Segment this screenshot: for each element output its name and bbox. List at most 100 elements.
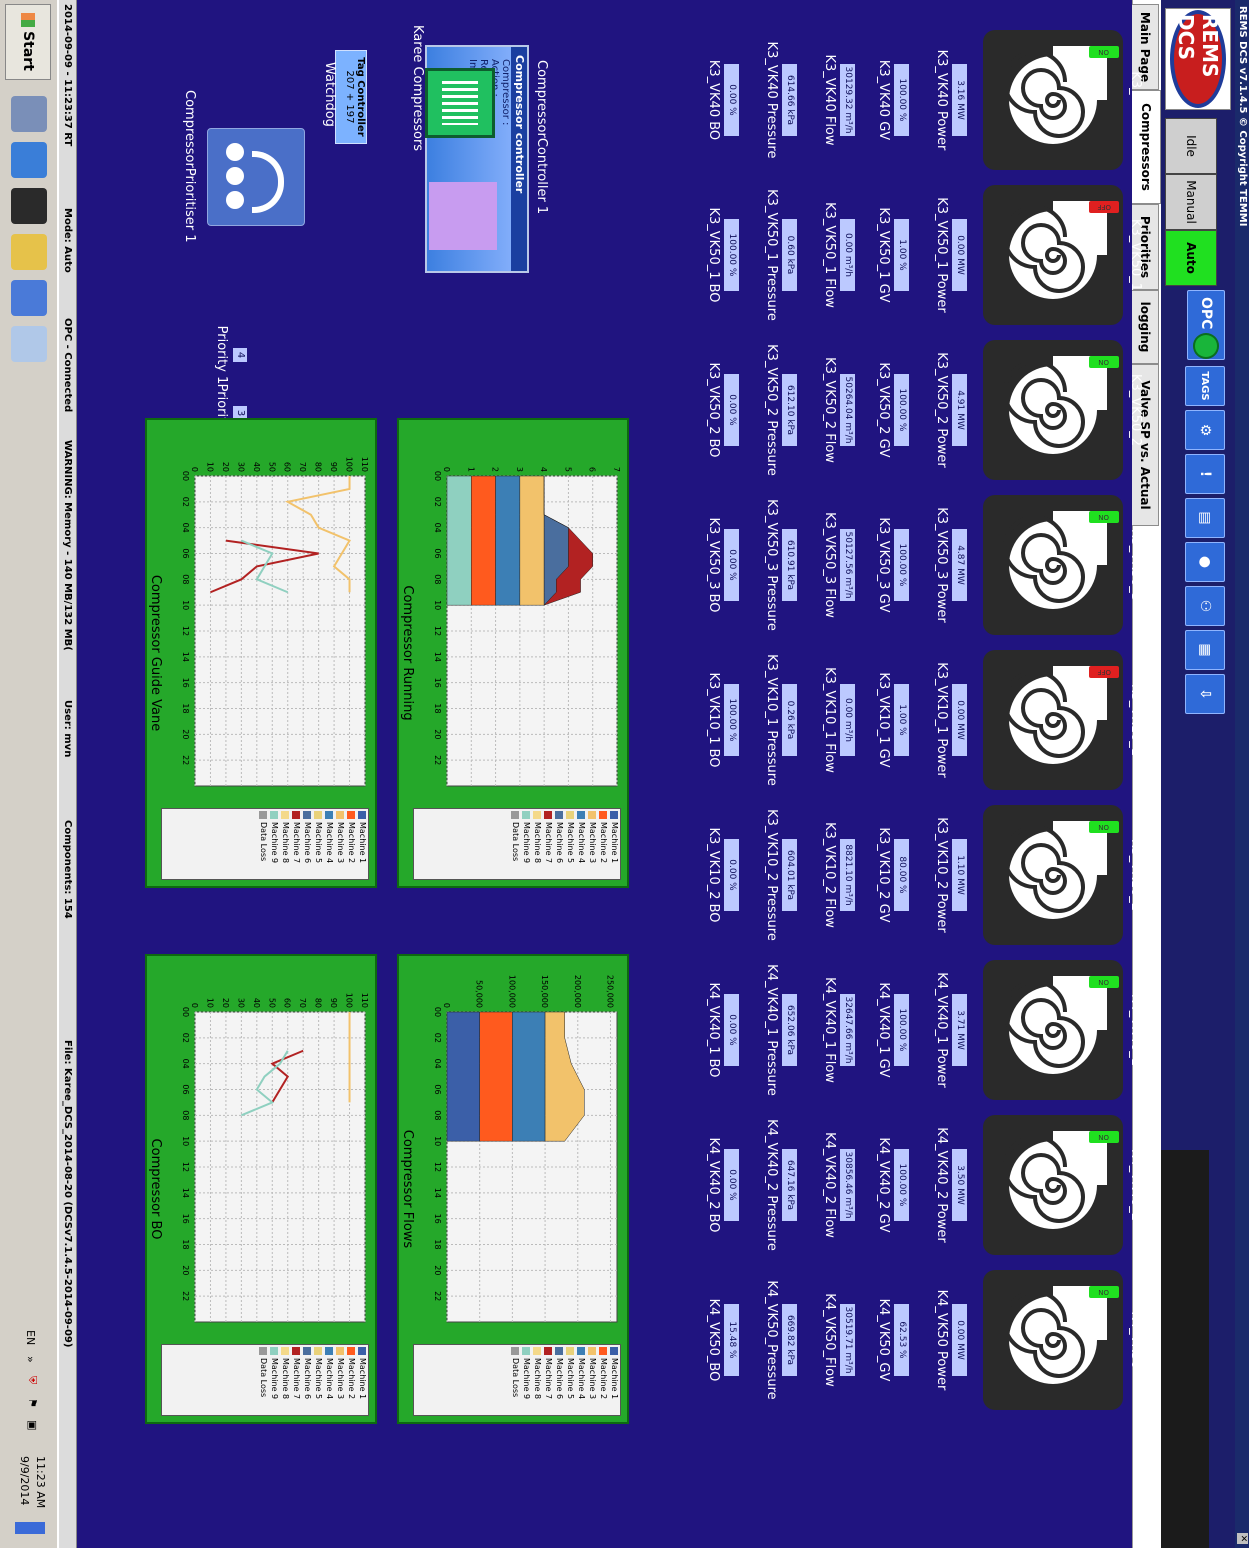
- power-value: 4.91 MW: [952, 374, 967, 446]
- gv-value: 100.00 %: [894, 994, 909, 1066]
- legend-swatch: [336, 1347, 345, 1355]
- shield-icon[interactable]: ⛨: [25, 1376, 39, 1384]
- x-tick-label: 18: [433, 1239, 442, 1249]
- legend-label: Machine 8: [281, 1358, 290, 1400]
- pressure-label: K3_VK50_1 Pressure: [764, 189, 779, 321]
- computer-icon[interactable]: [11, 96, 47, 132]
- legend-swatch: [314, 811, 323, 819]
- pressure-value: 610.91 kPa: [782, 529, 797, 601]
- start-button[interactable]: Start: [5, 4, 51, 80]
- pressure-value: 652.06 kPa: [782, 994, 797, 1066]
- legend-swatch: [533, 1347, 542, 1355]
- compressor-k4-vk50[interactable]: ON K4_VK50 0.00 MW K4_VK50 Power 62.53 % K4_V…: [689, 1270, 1249, 1410]
- network-icon[interactable]: [11, 280, 47, 316]
- legend-swatch: [358, 811, 367, 819]
- compressor-k4-vk40-2[interactable]: ON K4_VK40_2 3.50 MW K4_VK40_2 Power 100.00 …: [689, 1115, 1249, 1255]
- legend-swatch: [522, 1347, 531, 1355]
- compressor-spiral-icon[interactable]: ON: [983, 1270, 1123, 1410]
- legend-label: Machine 4: [577, 1358, 586, 1400]
- legend-label: Machine 5: [314, 822, 323, 864]
- compressor-k3-vk40[interactable]: ON K3_VK40 3.16 MW K3_VK40 Power 100.00 % K3_…: [689, 30, 1249, 170]
- legend-label: Machine 7: [544, 1358, 553, 1400]
- flow-value: 50264.04 m³/h: [840, 374, 855, 446]
- y-tick-label: 30: [236, 998, 245, 1008]
- legend-swatch: [347, 1347, 356, 1355]
- chevron-icon[interactable]: »: [24, 1356, 37, 1363]
- legend-entry: Machine 2: [598, 1345, 609, 1415]
- compressor-group-icon[interactable]: [425, 68, 495, 138]
- legend-entry: Data Loss: [510, 809, 521, 879]
- power-label: K3_VK10_1 Power: [934, 662, 949, 778]
- compressor-spiral-icon[interactable]: ON: [983, 340, 1123, 480]
- prioritiser-icon[interactable]: [207, 128, 305, 226]
- network-tray-icon[interactable]: ▣: [26, 1420, 39, 1430]
- compressor-spiral-icon[interactable]: ON: [983, 495, 1123, 635]
- pressure-value: 0.60 kPa: [782, 219, 797, 291]
- y-tick-label: 6: [588, 467, 597, 472]
- x-tick-label: 08: [181, 574, 190, 584]
- bo-label: K4_VK40_2 BO: [706, 1137, 721, 1233]
- compressor-k4-vk40-1[interactable]: ON K4_VK40_1 3.71 MW K4_VK40_1 Power 100.00 …: [689, 960, 1249, 1100]
- legend-entry: Machine 6: [554, 809, 565, 879]
- legend-entry: Machine 3: [587, 1345, 598, 1415]
- legend-label: Machine 8: [533, 822, 542, 864]
- x-tick-label: 20: [433, 1265, 442, 1275]
- close-icon[interactable]: ✕: [1237, 1533, 1248, 1544]
- compressor-k3-vk10-2[interactable]: ON K3_VK10_2 1.10 MW K3_VK10_2 Power 80.00 %…: [689, 805, 1249, 945]
- bo-value: 100.00 %: [724, 684, 739, 756]
- x-tick-label: 04: [433, 1059, 442, 1069]
- compressor-k3-vk50-3[interactable]: ON K3_VK50_3 4.87 MW K3_VK50_3 Power 100.00 …: [689, 495, 1249, 635]
- legend-swatch: [314, 1347, 323, 1355]
- x-tick-label: 06: [181, 1084, 190, 1094]
- y-tick-label: 3: [515, 467, 524, 472]
- compressor-k3-vk50-2[interactable]: ON K3_VK50_2 4.91 MW K3_VK50_2 Power 100.00 …: [689, 340, 1249, 480]
- legend-entry: Machine 5: [313, 1345, 324, 1415]
- y-tick-label: 10: [205, 462, 214, 472]
- compressor-k3-vk50-1[interactable]: OFF K3_VK50_1 0.00 MW K3_VK50_1 Power 1.00 %…: [689, 185, 1249, 325]
- x-tick-label: 08: [433, 1110, 442, 1120]
- status-badge: ON: [1089, 1286, 1119, 1298]
- compressor-k3-vk10-1[interactable]: OFF K3_VK10_1 0.00 MW K3_VK10_1 Power 1.00 %…: [689, 650, 1249, 790]
- priority-item[interactable]: 4 Priority 1: [214, 325, 247, 385]
- gv-value: 100.00 %: [894, 529, 909, 601]
- watchdog-icon[interactable]: [429, 182, 497, 250]
- gv-value: 100.00 %: [894, 374, 909, 446]
- compressor-spiral-icon[interactable]: ON: [983, 960, 1123, 1100]
- legend-label: Machine 1: [358, 822, 367, 864]
- legend-swatch: [511, 811, 520, 819]
- grapes-icon[interactable]: [11, 188, 47, 224]
- legend-label: Machine 6: [555, 822, 564, 864]
- clock-date: 9/9/2014: [18, 1456, 31, 1506]
- language-indicator[interactable]: EN: [24, 1330, 37, 1345]
- legend-entry: Machine 7: [543, 1345, 554, 1415]
- compressor-spiral-icon[interactable]: OFF: [983, 650, 1123, 790]
- x-tick-label: 00: [181, 471, 190, 481]
- y-tick-label: 250,000: [605, 975, 614, 1008]
- flag-icon[interactable]: ⚑: [26, 1398, 39, 1408]
- compressor-spiral-icon[interactable]: ON: [983, 805, 1123, 945]
- x-tick-label: 00: [433, 1007, 442, 1017]
- gv-label: K3_VK50_2 GV: [876, 362, 891, 458]
- x-tick-label: 00: [433, 471, 442, 481]
- compressor-spiral-icon[interactable]: OFF: [983, 185, 1123, 325]
- x-tick-label: 08: [433, 574, 442, 584]
- legend-label: Machine 2: [599, 822, 608, 864]
- legend-label: Machine 6: [303, 822, 312, 864]
- power-value: 0.00 MW: [952, 1304, 967, 1376]
- pressure-label: K3_VK40 Pressure: [764, 41, 779, 159]
- x-tick-label: 06: [181, 548, 190, 558]
- paint-icon[interactable]: [11, 326, 47, 362]
- legend-swatch: [292, 811, 301, 819]
- power-label: K3_VK50_1 Power: [934, 197, 949, 313]
- compressor-spiral-icon[interactable]: ON: [983, 30, 1123, 170]
- taskbar: Start EN » ⛨ ⚑ ▣ 11:23 AM 9/9/2014: [0, 0, 59, 1548]
- legend-label: Machine 1: [610, 1358, 619, 1400]
- tag-controller[interactable]: Tag Controller 207 + 197: [335, 50, 367, 144]
- y-tick-label: 70: [298, 998, 307, 1008]
- show-desktop-button[interactable]: [15, 1522, 45, 1534]
- compressor-spiral-icon[interactable]: ON: [983, 1115, 1123, 1255]
- app-icon[interactable]: [11, 142, 47, 178]
- pressure-value: 604.01 kPa: [782, 839, 797, 911]
- legend-swatch: [588, 811, 597, 819]
- explorer-icon[interactable]: [11, 234, 47, 270]
